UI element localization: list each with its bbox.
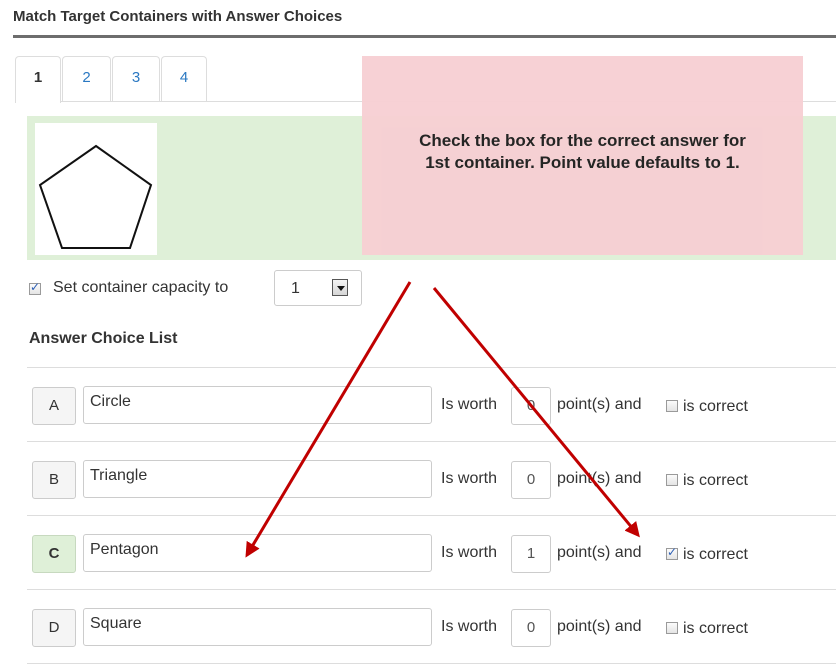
answer-letter-a: A — [32, 387, 76, 425]
callout-line-1: Check the box for the correct answer for — [419, 131, 746, 150]
answer-choice-list-title: Answer Choice List — [29, 330, 178, 347]
is-correct-checkbox[interactable] — [666, 400, 678, 412]
answer-text-input[interactable]: Pentagon — [83, 534, 432, 572]
points-label: point(s) and — [557, 396, 642, 413]
answer-letter-b: B — [32, 461, 76, 499]
title-divider — [13, 35, 836, 38]
callout-text: Check the box for the correct answer for… — [362, 130, 803, 174]
page-title: Match Target Containers with Answer Choi… — [13, 8, 343, 25]
points-label: point(s) and — [557, 544, 642, 561]
row-divider — [27, 441, 836, 442]
answer-letter-c: C — [32, 535, 76, 573]
is-correct-label: is correct — [683, 620, 748, 637]
target-shape-image — [35, 123, 157, 255]
capacity-checkbox[interactable] — [29, 280, 41, 295]
row-divider — [27, 515, 836, 516]
is-correct-label: is correct — [683, 546, 748, 563]
tab-3[interactable]: 3 — [112, 56, 160, 101]
capacity-select[interactable]: 1 — [274, 270, 362, 306]
pentagon-icon — [38, 144, 153, 249]
is-worth-label: Is worth — [441, 396, 498, 413]
answer-text-input[interactable]: Square — [83, 608, 432, 646]
is-correct-label: is correct — [683, 472, 748, 489]
callout-line-2: 1st container. Point value defaults to 1… — [425, 153, 740, 172]
capacity-value: 1 — [291, 280, 300, 297]
points-input[interactable]: 0 — [511, 387, 551, 425]
instruction-callout: Check the box for the correct answer for… — [362, 56, 803, 255]
row-divider — [27, 367, 836, 368]
is-worth-label: Is worth — [441, 618, 498, 635]
is-worth-label: Is worth — [441, 470, 498, 487]
is-correct-checkbox[interactable] — [666, 622, 678, 634]
points-input[interactable]: 1 — [511, 535, 551, 573]
capacity-label: Set container capacity to — [53, 279, 229, 296]
tab-2[interactable]: 2 — [62, 56, 111, 101]
tab-4[interactable]: 4 — [161, 56, 207, 101]
is-correct-checkbox[interactable] — [666, 474, 678, 486]
chevron-down-icon[interactable] — [332, 279, 348, 296]
answer-letter-d: D — [32, 609, 76, 647]
answer-text-input[interactable]: Circle — [83, 386, 432, 424]
points-input[interactable]: 0 — [511, 461, 551, 499]
answer-text-input[interactable]: Triangle — [83, 460, 432, 498]
is-correct-label: is correct — [683, 398, 748, 415]
points-label: point(s) and — [557, 470, 642, 487]
is-worth-label: Is worth — [441, 544, 498, 561]
points-input[interactable]: 0 — [511, 609, 551, 647]
row-divider — [27, 663, 836, 664]
row-divider — [27, 589, 836, 590]
points-label: point(s) and — [557, 618, 642, 635]
tab-1[interactable]: 1 — [15, 56, 61, 103]
is-correct-checkbox[interactable] — [666, 545, 678, 560]
